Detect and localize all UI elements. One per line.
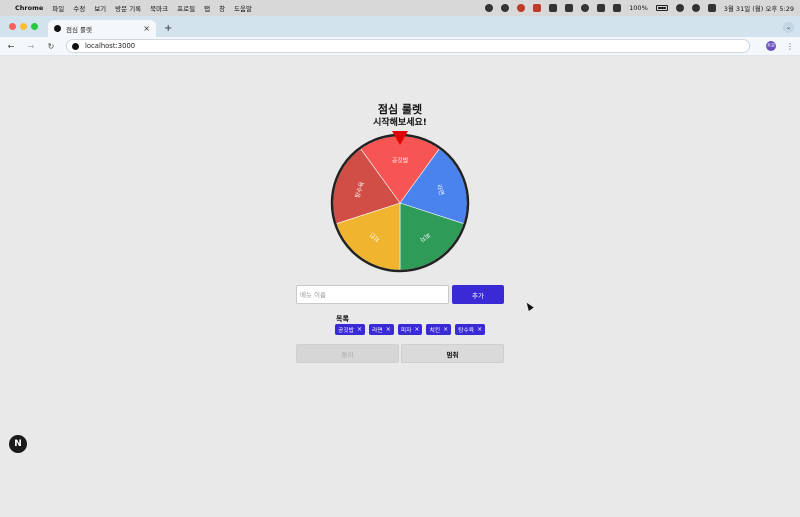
status-icon[interactable] xyxy=(501,4,510,12)
menu-help[interactable]: 도움말 xyxy=(234,3,252,13)
profile-avatar[interactable]: 프로 xyxy=(766,41,776,51)
play-icon[interactable] xyxy=(581,4,590,12)
chip-label: 공깃밥 xyxy=(338,328,354,334)
reload-icon[interactable]: ↻ xyxy=(46,42,56,51)
forward-arrow-icon[interactable]: → xyxy=(26,42,36,51)
menu-item-chip: 치킨 × xyxy=(426,324,452,335)
menu-edit[interactable]: 수정 xyxy=(73,3,85,13)
wifi-icon[interactable] xyxy=(675,4,684,12)
menu-item-chip: 피자 × xyxy=(397,324,423,335)
menu-history[interactable]: 방문 기록 xyxy=(115,3,141,13)
bluetooth-icon[interactable] xyxy=(597,4,606,12)
control-center-icon[interactable] xyxy=(707,4,716,12)
app-menu-chrome[interactable]: Chrome xyxy=(15,4,43,12)
menu-profiles[interactable]: 프로필 xyxy=(177,3,195,13)
tab-strip: 점심 룰렛 × + ⌄ xyxy=(0,16,800,37)
wheel-pointer-icon xyxy=(392,131,408,145)
menu-window[interactable]: 창 xyxy=(219,3,225,13)
chip-label: 라면 xyxy=(372,328,383,334)
status-icon[interactable] xyxy=(485,4,494,12)
battery-icon[interactable] xyxy=(655,5,668,11)
battery-percent: 100% xyxy=(629,4,648,12)
close-tab-icon[interactable]: × xyxy=(143,24,150,33)
menu-view[interactable]: 보기 xyxy=(94,3,106,13)
menu-file[interactable]: 파일 xyxy=(52,3,64,13)
new-tab-button[interactable]: + xyxy=(156,23,178,37)
menu-bookmarks[interactable]: 북마크 xyxy=(150,3,168,13)
search-icon[interactable] xyxy=(691,4,700,12)
k-app-icon[interactable] xyxy=(549,4,558,12)
browser-tab-active[interactable]: 점심 룰렛 × xyxy=(48,20,156,37)
remove-item-icon[interactable]: × xyxy=(386,326,391,333)
browser-toolbar: ← → ↻ localhost:3000 프로 ⋮ xyxy=(0,37,800,56)
stop-button[interactable]: 멈춰 xyxy=(401,344,504,363)
minimize-window-button[interactable] xyxy=(20,23,27,30)
app-status-icon[interactable] xyxy=(533,4,542,12)
favicon-icon xyxy=(54,25,61,32)
menu-clock[interactable]: 3월 31일 (월) 오후 5:29 xyxy=(724,3,794,13)
zoom-window-button[interactable] xyxy=(31,23,38,30)
remove-item-icon[interactable]: × xyxy=(414,326,419,333)
menu-item-chip: 공깃밥 × xyxy=(335,324,366,335)
mac-menu-bar: Chrome 파일 수정 보기 방문 기록 북마크 프로필 탭 창 도움말 10… xyxy=(0,0,800,16)
spin-button[interactable]: 돌리 xyxy=(296,344,399,363)
chip-label: 피자 xyxy=(400,328,412,334)
chip-label: 탕수육 xyxy=(458,328,475,334)
page-subtitle: 시작해보세요! xyxy=(373,118,427,128)
display-icon[interactable] xyxy=(565,4,574,12)
list-label: 목록 xyxy=(336,315,349,323)
chip-label: 치킨 xyxy=(429,328,441,334)
keyboard-icon[interactable] xyxy=(613,4,622,12)
tab-search-chevron-icon[interactable]: ⌄ xyxy=(783,22,794,33)
menu-item-list: 공깃밥 × 라면 × 피자 × 치킨 × 탕수육 × xyxy=(335,324,486,335)
tab-title: 점심 룰렛 xyxy=(66,25,92,34)
wheel-slice-label: 공깃밥 xyxy=(392,157,409,165)
close-window-button[interactable] xyxy=(9,23,16,30)
remove-item-icon[interactable]: × xyxy=(443,326,448,333)
menu-name-input[interactable] xyxy=(296,285,449,304)
url-text[interactable]: localhost:3000 xyxy=(85,42,135,50)
address-bar[interactable]: localhost:3000 xyxy=(66,39,750,53)
site-info-icon[interactable] xyxy=(72,42,79,50)
menu-item-chip: 탕수육 × xyxy=(455,324,486,335)
menu-item-chip: 라면 × xyxy=(369,324,394,335)
roulette-wheel[interactable]: 공깃밥라면피자치킨탕수육 xyxy=(330,133,470,273)
add-button[interactable]: 추가 xyxy=(452,285,504,304)
nextjs-dev-badge[interactable]: N xyxy=(9,435,27,453)
remove-item-icon[interactable]: × xyxy=(357,326,362,333)
record-icon[interactable] xyxy=(517,4,526,12)
remove-item-icon[interactable]: × xyxy=(477,326,482,333)
menu-tab[interactable]: 탭 xyxy=(204,3,210,13)
more-menu-icon[interactable]: ⋮ xyxy=(786,42,794,51)
window-controls xyxy=(0,23,48,37)
back-arrow-icon[interactable]: ← xyxy=(6,42,16,51)
